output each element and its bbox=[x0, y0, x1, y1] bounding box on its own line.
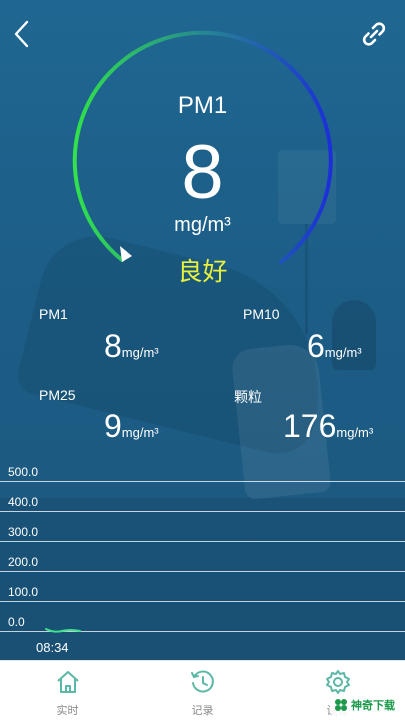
y-tick-200: 200.0 bbox=[8, 555, 39, 569]
reading-particles-unit: mg/m³ bbox=[336, 425, 374, 440]
y-tick-0: 0.0 bbox=[8, 615, 25, 629]
grid-line bbox=[0, 541, 405, 542]
nav-realtime[interactable]: 实时 bbox=[0, 661, 135, 720]
link-icon bbox=[362, 22, 386, 46]
reading-pm25-label: PM25 bbox=[39, 387, 76, 403]
y-tick-500: 500.0 bbox=[8, 465, 39, 479]
reading-pm10-label: PM10 bbox=[243, 306, 280, 322]
reading-pm1-value: 8mg/m³ bbox=[104, 328, 159, 365]
grid-line bbox=[0, 571, 405, 572]
link-button[interactable] bbox=[357, 14, 391, 54]
back-button[interactable] bbox=[4, 14, 38, 54]
reading-pm10-value: 6mg/m³ bbox=[307, 328, 362, 365]
reading-pm25-unit: mg/m³ bbox=[121, 425, 159, 440]
y-tick-400: 400.0 bbox=[8, 495, 39, 509]
watermark-text: 神奇下载 bbox=[351, 699, 395, 712]
reading-pm25-number: 9 bbox=[104, 408, 122, 444]
history-trace bbox=[45, 628, 81, 633]
reading-pm10-unit: mg/m³ bbox=[324, 345, 362, 360]
main-screen: PM1 8 mg/m³ 良好 PM1 8mg/m³ PM10 6mg/m³ PM… bbox=[0, 0, 405, 660]
grid-line bbox=[0, 601, 405, 602]
home-icon bbox=[53, 667, 83, 697]
reading-pm1-label: PM1 bbox=[39, 306, 68, 322]
chevron-left-icon bbox=[14, 20, 29, 48]
watermark: 神奇下载 bbox=[330, 695, 399, 715]
reading-particles-value: 176mg/m³ bbox=[283, 408, 373, 445]
reading-pm1-number: 8 bbox=[104, 328, 122, 364]
reading-particles-number: 176 bbox=[283, 408, 337, 444]
nav-records-label: 记录 bbox=[191, 705, 214, 717]
grid-line bbox=[0, 511, 405, 512]
air-quality-status: 良好 bbox=[177, 258, 228, 286]
gauge-pollutant-label: PM1 bbox=[177, 92, 228, 119]
clover-logo-icon bbox=[335, 699, 347, 711]
reading-pm10-number: 6 bbox=[307, 328, 325, 364]
history-icon bbox=[188, 667, 218, 697]
gear-icon bbox=[323, 667, 353, 697]
history-time-label: 08:34 bbox=[36, 640, 69, 655]
reading-pm1-unit: mg/m³ bbox=[121, 345, 159, 360]
nav-records[interactable]: 记录 bbox=[135, 661, 270, 720]
y-tick-100: 100.0 bbox=[8, 585, 39, 599]
gauge-value: 8 bbox=[181, 130, 224, 215]
reading-particles-label: 颗粒 bbox=[234, 389, 262, 405]
grid-line bbox=[0, 481, 405, 482]
gauge-unit: mg/m³ bbox=[174, 214, 231, 236]
reading-pm25-value: 9mg/m³ bbox=[104, 408, 159, 445]
y-tick-300: 300.0 bbox=[8, 525, 39, 539]
nav-realtime-label: 实时 bbox=[56, 705, 79, 717]
